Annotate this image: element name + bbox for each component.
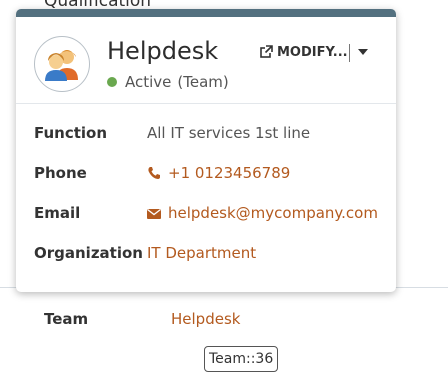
modify-button[interactable]: MODIFY... xyxy=(260,43,348,63)
field-organization: Organization IT Department xyxy=(34,241,394,281)
email-link[interactable]: helpdesk@mycompany.com xyxy=(147,204,378,222)
external-link-icon xyxy=(260,45,273,58)
phone-label: Phone xyxy=(34,164,87,182)
field-phone: Phone +1 0123456789 xyxy=(34,161,394,201)
card-title: Helpdesk xyxy=(107,37,219,65)
function-label: Function xyxy=(34,124,108,142)
email-label: Email xyxy=(34,204,81,222)
caret-down-icon xyxy=(358,49,368,55)
more-actions-button[interactable] xyxy=(358,46,370,58)
details-list: Function All IT services 1st line Phone … xyxy=(34,121,394,281)
friendly-name-tag: Team::36 xyxy=(204,346,279,372)
function-value: All IT services 1st line xyxy=(147,124,311,142)
card-accent-bar xyxy=(16,9,396,17)
card-header: Helpdesk Active (Team) MODIFY... xyxy=(16,17,396,104)
team-link[interactable]: Helpdesk xyxy=(171,310,240,328)
phone-link[interactable]: +1 0123456789 xyxy=(147,164,290,182)
envelope-icon xyxy=(147,208,161,219)
button-divider xyxy=(349,44,350,62)
status-line: Active (Team) xyxy=(107,73,229,91)
email-value: helpdesk@mycompany.com xyxy=(168,204,378,222)
status-text: Active xyxy=(125,73,172,91)
field-email: Email helpdesk@mycompany.com xyxy=(34,201,394,241)
phone-value: +1 0123456789 xyxy=(168,164,291,182)
team-label: Team xyxy=(44,310,89,328)
phone-icon xyxy=(148,167,160,179)
organization-link[interactable]: IT Department xyxy=(147,244,256,262)
team-row: Team Helpdesk xyxy=(44,310,448,330)
field-function: Function All IT services 1st line xyxy=(34,121,394,161)
status-indicator xyxy=(107,77,117,87)
team-preview-card: Helpdesk Active (Team) MODIFY... Function… xyxy=(16,9,396,292)
modify-label: MODIFY... xyxy=(277,45,348,60)
object-type: (Team) xyxy=(177,73,229,91)
organization-label: Organization xyxy=(34,244,143,262)
team-avatar-icon xyxy=(34,36,90,92)
